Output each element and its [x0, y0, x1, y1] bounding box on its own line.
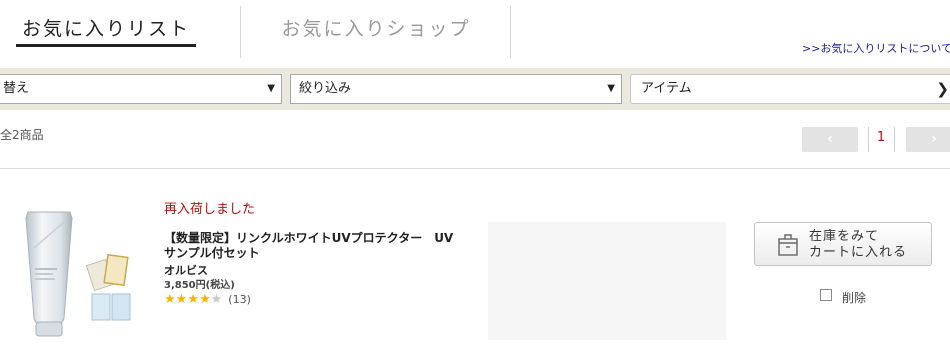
tab-divider: [240, 6, 241, 58]
tab-favorites-list[interactable]: お気に入りリスト: [16, 0, 196, 58]
item-select-label: アイテム: [641, 81, 692, 96]
cart-label-line2: カートに入れる: [809, 245, 908, 260]
pager-divider: [868, 127, 869, 152]
section-divider: [0, 168, 950, 169]
star-filled-icon: ★: [164, 292, 176, 307]
restock-notice: 再入荷しました: [164, 202, 256, 217]
delete-label[interactable]: 削除: [842, 289, 866, 306]
triangle-down-icon: ▼: [267, 83, 275, 94]
item-select[interactable]: アイテム ❯: [630, 74, 950, 104]
sort-select[interactable]: 替え ▼: [0, 74, 282, 104]
refine-select-label: 絞り込み: [299, 81, 352, 96]
star-filled-icon: ★: [198, 292, 211, 307]
refine-select[interactable]: 絞り込み ▼: [290, 74, 622, 104]
product-image[interactable]: [20, 210, 140, 340]
chevron-left-icon: ‹: [827, 131, 833, 147]
tab-favorite-shops-label: お気に入りショップ: [281, 18, 471, 40]
star-filled-icon: ★: [175, 292, 188, 307]
favorites-tabs: お気に入りリスト お気に入りショップ >>お気に入りリストについて: [0, 0, 950, 60]
pager-divider: [894, 127, 895, 152]
chevron-right-icon: ›: [931, 131, 937, 147]
tab-divider: [510, 6, 511, 58]
star-empty-icon: ★: [210, 292, 223, 307]
add-to-cart-button[interactable]: 在庫をみて カートに入れる: [754, 222, 932, 266]
product-name-link[interactable]: 【数量限定】リンクルホワイトUVプロテクター UV サンプル付セット: [164, 231, 454, 261]
review-count: (13): [228, 293, 251, 306]
add-to-cart-label: 在庫をみて カートに入れる: [809, 229, 929, 261]
cart-label-line1: 在庫をみて: [809, 229, 880, 244]
pager-prev-button[interactable]: ‹: [802, 127, 858, 152]
filter-bar: 替え ▼ 絞り込み ▼ アイテム ❯: [0, 68, 950, 110]
package-box-icon: [778, 234, 798, 256]
rating-stars: ★★★★★ (13): [164, 292, 251, 308]
chevron-right-icon: ❯: [936, 80, 949, 98]
product-notice-area: [488, 222, 726, 340]
product-photo-illustration: [25, 211, 131, 337]
pager-next-button[interactable]: ›: [906, 127, 950, 152]
page-number-link[interactable]: 1: [874, 130, 888, 145]
delete-checkbox[interactable]: [820, 289, 832, 301]
tab-favorites-list-label: お気に入りリスト: [21, 18, 190, 40]
star-filled-icon: ★: [187, 292, 199, 307]
about-favorites-link[interactable]: >>お気に入りリストについて: [802, 40, 950, 56]
triangle-down-icon: ▼: [607, 83, 615, 94]
active-tab-underline: [16, 44, 196, 47]
product-price: 3,850円(税込): [164, 280, 235, 291]
sort-select-label: 替え: [3, 81, 30, 96]
tab-favorite-shops[interactable]: お気に入りショップ: [266, 0, 486, 58]
result-count: 全2商品: [0, 128, 44, 142]
